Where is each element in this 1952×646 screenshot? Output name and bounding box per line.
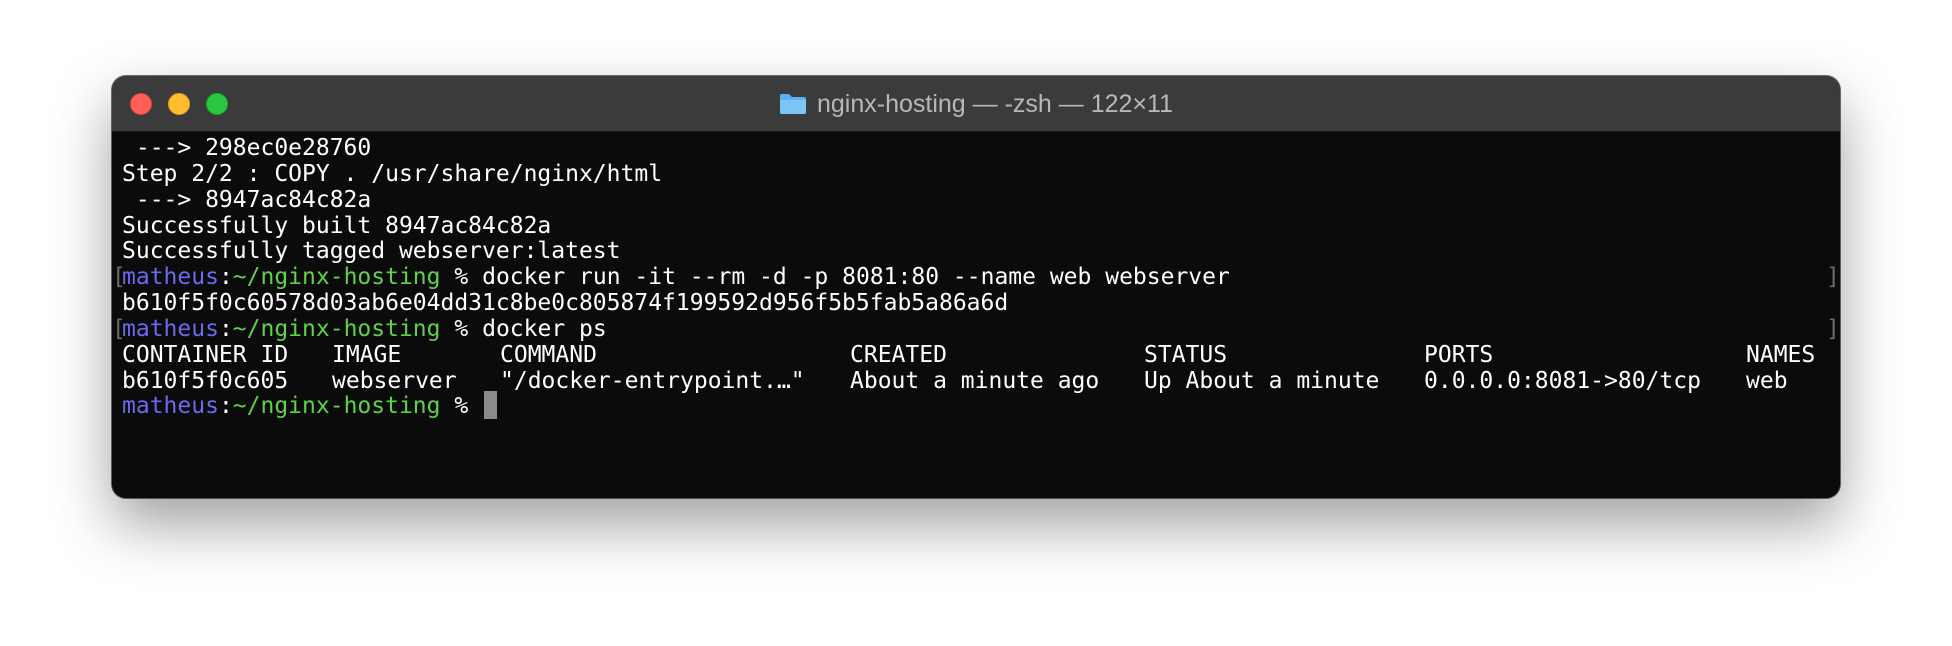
folder-icon bbox=[780, 94, 806, 114]
prompt-separator: : bbox=[218, 393, 233, 419]
line-mark-right: ] bbox=[1826, 264, 1840, 290]
prompt-symbol: % bbox=[454, 316, 469, 342]
terminal-window: nginx-hosting — -zsh — 122×11 ---> 298ec… bbox=[112, 76, 1840, 498]
terminal-content[interactable]: ---> 298ec0e28760 Step 2/2 : COPY . /usr… bbox=[112, 132, 1840, 498]
window-title-area: nginx-hosting — -zsh — 122×11 bbox=[112, 76, 1840, 132]
prompt-user: matheus bbox=[122, 393, 219, 419]
table-cell: "/docker-entrypoint.…" bbox=[500, 368, 805, 394]
line-mark-right: ] bbox=[1826, 316, 1840, 342]
prompt-line: matheus:~/nginx-hosting % bbox=[122, 390, 498, 422]
table-cell: web bbox=[1746, 368, 1788, 394]
title-bar[interactable]: nginx-hosting — -zsh — 122×11 bbox=[112, 76, 1840, 132]
text-cursor[interactable] bbox=[484, 390, 498, 419]
prompt-path: ~/nginx-hosting bbox=[232, 393, 441, 419]
window-title: nginx-hosting — -zsh — 122×11 bbox=[817, 89, 1173, 118]
table-cell: Up About a minute bbox=[1144, 368, 1380, 394]
table-cell: About a minute ago bbox=[850, 368, 1100, 394]
table-cell: 0.0.0.0:8081->80/tcp bbox=[1424, 368, 1701, 394]
prompt-symbol: % bbox=[454, 393, 469, 419]
